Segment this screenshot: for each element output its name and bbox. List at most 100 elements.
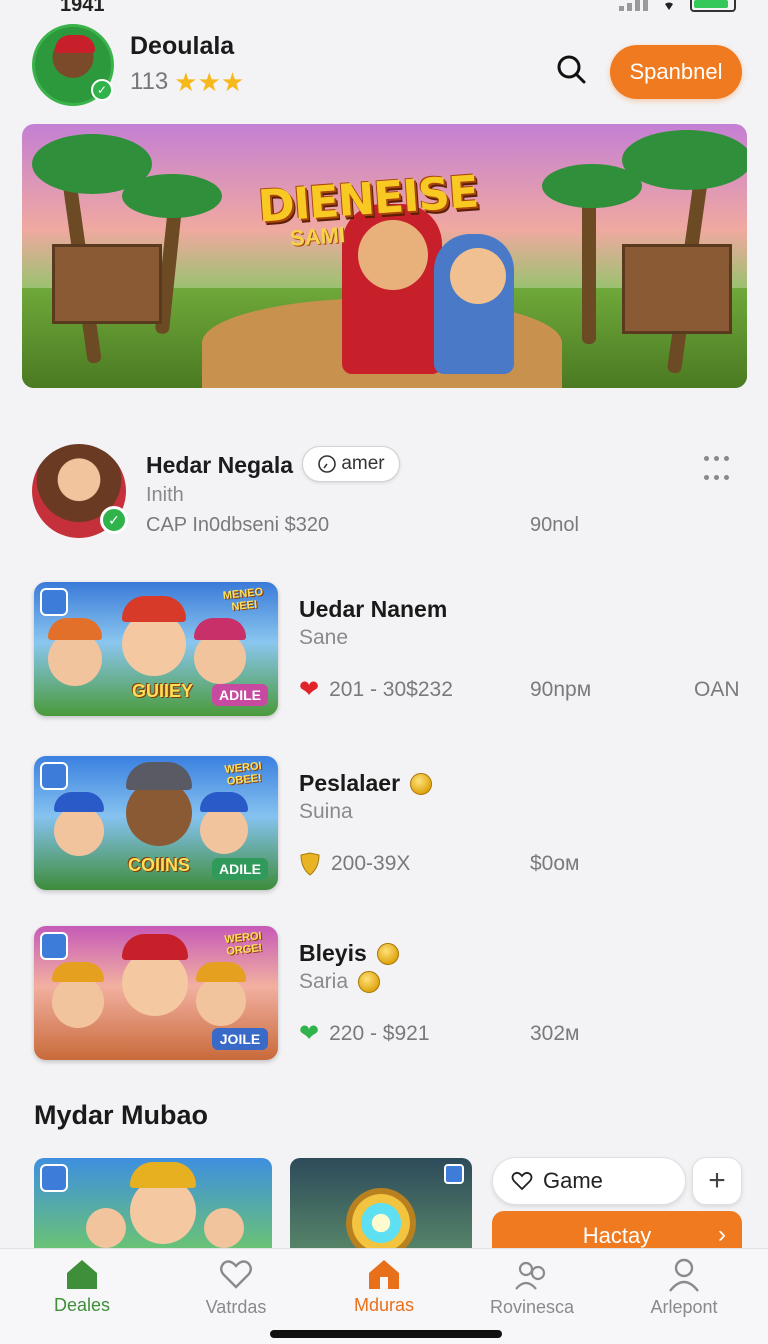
tab-label: Vatrdas xyxy=(205,1297,267,1317)
tab-mduras[interactable]: Mduras xyxy=(314,1257,454,1327)
game-extra: OAN xyxy=(694,678,740,701)
user-name: Deoulala xyxy=(130,32,235,60)
hat-icon xyxy=(54,792,104,812)
hat-icon xyxy=(122,596,186,622)
tab-label: Rovinesca xyxy=(489,1297,575,1317)
wifi-icon xyxy=(665,2,673,10)
tab-label: Arlepont xyxy=(650,1297,718,1317)
game-price: 200-39X xyxy=(299,852,410,876)
game-time: 90npм xyxy=(530,678,592,701)
featured-subtitle: Inith xyxy=(146,484,184,506)
signal-icon xyxy=(619,0,648,11)
hero-banner[interactable]: DIENEISE SAMI xyxy=(22,124,747,388)
thumb-label: GUIIEY xyxy=(132,681,194,701)
hat-icon xyxy=(52,962,104,982)
tag-label: amer xyxy=(341,453,385,474)
tab-arlepont[interactable]: Arlepont xyxy=(614,1257,754,1327)
heart-outline-icon xyxy=(511,1171,533,1191)
more-options-button[interactable] xyxy=(704,456,740,492)
hat-icon xyxy=(48,618,102,640)
hero-face-2 xyxy=(450,248,506,304)
coin-icon xyxy=(358,971,381,993)
primary-action-button[interactable]: Spanbnel xyxy=(610,45,742,99)
featured-avatar[interactable]: ✓ xyxy=(32,444,128,538)
game-list-item[interactable]: WEROI ORGE! JOILE Bleyis Saria ❤ 220 - $… xyxy=(0,926,768,1066)
hat-icon xyxy=(126,762,192,790)
game-logo: WEROI OBEE! xyxy=(223,760,263,788)
game-time: 302м xyxy=(530,1022,580,1045)
hat-icon xyxy=(130,1162,196,1188)
thumb-label: COIINS xyxy=(128,855,191,875)
featured-player[interactable]: ✓ Hedar Negala amer Inith CAP In0dbseni … xyxy=(0,440,768,550)
hut-icon xyxy=(52,244,162,324)
user-level: 113 ★★★ xyxy=(130,68,244,96)
tab-rovinesca[interactable]: Rovinesca xyxy=(462,1257,602,1327)
game-price-text: 201 - 30$232 xyxy=(329,678,453,701)
home-indicator xyxy=(270,1330,502,1338)
game-list-item[interactable]: WEROI OBEE! COIINS ADILE Peslalaer Suina… xyxy=(0,756,768,896)
featured-time: 90nol xyxy=(530,514,579,536)
game-pill-label: Game xyxy=(543,1168,603,1193)
app-icon xyxy=(40,588,68,616)
game-subtitle-text: Suina xyxy=(299,800,353,823)
game-thumbnail[interactable]: MENEO NEEI GUIIEY ADILE xyxy=(34,582,278,716)
game-card[interactable] xyxy=(34,1158,272,1258)
featured-meta: CAP In0dbseni $320 xyxy=(146,514,330,536)
avatar[interactable]: ✓ xyxy=(32,24,114,106)
game-list-item[interactable]: MENEO NEEI GUIIEY ADILE Uedar Nanem Sane… xyxy=(0,582,768,722)
app-icon xyxy=(40,932,68,960)
game-card[interactable] xyxy=(290,1158,472,1258)
hat-icon xyxy=(122,934,188,960)
game-title-text: Peslalaer xyxy=(299,770,401,796)
status-bar: 1941 xyxy=(0,0,768,18)
game-filter-button[interactable]: Game xyxy=(492,1157,686,1205)
featured-name: Hedar Negala xyxy=(146,452,294,478)
game-price: ❤ 201 - 30$232 xyxy=(299,678,453,702)
home-icon xyxy=(67,1260,97,1289)
game-title: Bleyis xyxy=(299,940,399,967)
game-logo: WEROI ORGE! xyxy=(223,930,263,958)
hat-icon xyxy=(196,962,246,982)
game-title: Peslalaer xyxy=(299,770,433,797)
coin-icon xyxy=(376,942,399,965)
tab-vatrdas[interactable]: Vatrdas xyxy=(166,1257,306,1327)
game-subtitle-text: Saria xyxy=(299,970,349,993)
character-icon xyxy=(86,1208,126,1248)
character-icon xyxy=(54,806,104,856)
verified-badge-icon: ✓ xyxy=(100,506,128,534)
game-title-text: Bleyis xyxy=(299,940,367,966)
avatar-cap xyxy=(55,35,95,53)
game-thumbnail[interactable]: WEROI OBEE! COIINS ADILE xyxy=(34,756,278,890)
hat-icon xyxy=(200,792,248,812)
game-price-text: 200-39X xyxy=(331,852,411,875)
add-button[interactable]: + xyxy=(692,1157,742,1205)
person-icon xyxy=(669,1258,699,1292)
character-icon xyxy=(204,1208,244,1248)
game-subtitle: Sane xyxy=(299,626,348,650)
game-thumbnail[interactable]: WEROI ORGE! JOILE xyxy=(34,926,278,1060)
game-title-text: Uedar Nanem xyxy=(299,596,448,622)
app-icon xyxy=(40,1164,68,1192)
tab-deales[interactable]: Deales xyxy=(12,1257,152,1327)
character-icon xyxy=(48,632,102,686)
people-icon xyxy=(515,1261,546,1290)
timer-icon xyxy=(318,455,337,473)
app-icon xyxy=(444,1164,464,1184)
section-title: Mydar Mubao xyxy=(34,1100,209,1130)
character-icon xyxy=(200,806,248,854)
cta-label: Hactay xyxy=(582,1223,652,1248)
search-button[interactable] xyxy=(552,50,592,90)
game-subtitle: Suina xyxy=(299,800,353,824)
chevron-right-icon: › xyxy=(718,1221,726,1248)
profile-header: ✓ Deoulala 113 ★★★ Spanbnel xyxy=(0,20,768,116)
hat-icon xyxy=(194,618,246,640)
banner-title: DIENEISE xyxy=(256,166,480,233)
status-icons xyxy=(619,0,736,12)
tab-label: Deales xyxy=(53,1295,111,1315)
palm-leaves-icon xyxy=(542,164,642,208)
tag-chip[interactable]: amer xyxy=(302,446,400,482)
game-subtitle: Saria xyxy=(299,970,381,994)
game-price: ❤ 220 - $921 xyxy=(299,1022,430,1046)
character-icon xyxy=(196,976,246,1026)
game-subtitle-text: Sane xyxy=(299,626,349,649)
